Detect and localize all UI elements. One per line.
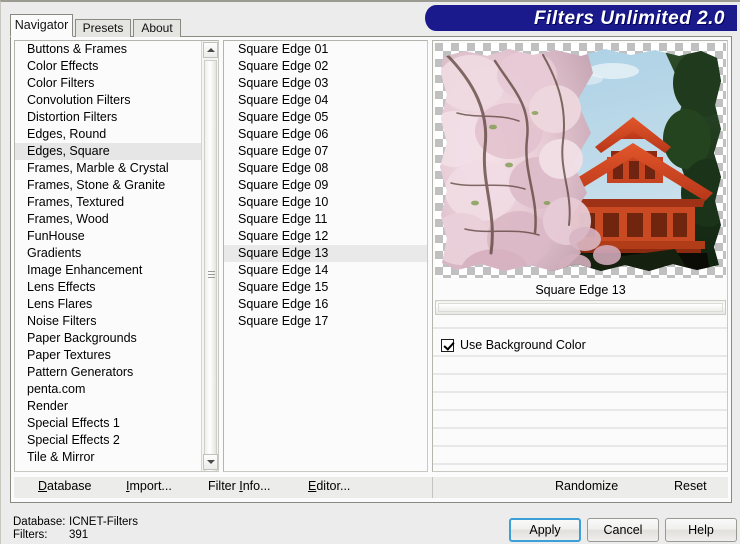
category-item[interactable]: Tile & Mirror (15, 449, 201, 466)
category-item[interactable]: Lens Flares (15, 296, 201, 313)
category-list-panel: Buttons & FramesColor EffectsColor Filte… (14, 40, 219, 472)
editor-button[interactable]: Editor... (308, 479, 350, 493)
tab-strip: Navigator Presets About (10, 15, 732, 37)
status-filters-label: Filters: (13, 529, 69, 542)
filter-item[interactable]: Square Edge 16 (224, 296, 427, 313)
chevron-down-icon (207, 460, 215, 464)
category-list[interactable]: Buttons & FramesColor EffectsColor Filte… (15, 41, 201, 471)
category-item[interactable]: FunHouse (15, 228, 201, 245)
category-item[interactable]: Frames, Marble & Crystal (15, 160, 201, 177)
filter-item[interactable]: Square Edge 10 (224, 194, 427, 211)
filter-item[interactable]: Square Edge 14 (224, 262, 427, 279)
preview-panel: Square Edge 13 Use Background Color (432, 40, 728, 472)
category-item[interactable]: Convolution Filters (15, 92, 201, 109)
scrollbar-thumb[interactable] (204, 60, 217, 472)
chevron-up-icon (207, 48, 215, 52)
filters-unlimited-window: Filters Unlimited 2.0 Navigator Presets … (0, 0, 740, 544)
filter-item[interactable]: Square Edge 04 (224, 92, 427, 109)
category-item[interactable]: Color Effects (15, 58, 201, 75)
scroll-up-button[interactable] (203, 42, 218, 58)
filter-info-button[interactable]: Filter Info... (208, 479, 271, 493)
database-button-rest: atabase (47, 479, 91, 493)
category-item[interactable]: Frames, Textured (15, 194, 201, 211)
param-divider (433, 463, 727, 465)
param-divider (433, 327, 727, 329)
database-button[interactable]: Database (38, 479, 92, 493)
filter-item[interactable]: Square Edge 07 (224, 143, 427, 160)
preview-image[interactable] (435, 43, 726, 278)
status-filters-value: 391 (69, 529, 88, 542)
status-filters-row: Filters: 391 (13, 529, 138, 542)
category-item[interactable]: Lens Effects (15, 279, 201, 296)
filter-item[interactable]: Square Edge 01 (224, 41, 427, 58)
category-item[interactable]: Render (15, 398, 201, 415)
category-item[interactable]: Edges, Square (15, 143, 201, 160)
filter-item[interactable]: Square Edge 03 (224, 75, 427, 92)
import-button-rest: mport... (129, 479, 171, 493)
filter-item[interactable]: Square Edge 17 (224, 313, 427, 330)
category-item[interactable]: Pattern Generators (15, 364, 201, 381)
action-toolbar: Database Import... Filter Info... Editor… (14, 477, 728, 498)
status-database-row: Database: ICNET-Filters (13, 516, 138, 529)
category-item[interactable]: Special Effects 1 (15, 415, 201, 432)
randomize-button[interactable]: Randomize (555, 479, 618, 493)
param-divider (433, 373, 727, 375)
filter-item[interactable]: Square Edge 13 (224, 245, 427, 262)
category-item[interactable]: Frames, Wood (15, 211, 201, 228)
category-item[interactable]: Paper Backgrounds (15, 330, 201, 347)
category-item[interactable]: Paper Textures (15, 347, 201, 364)
status-database-value: ICNET-Filters (69, 516, 138, 529)
filter-list[interactable]: Square Edge 01Square Edge 02Square Edge … (224, 41, 427, 330)
filter-item[interactable]: Square Edge 12 (224, 228, 427, 245)
use-background-color-label: Use Background Color (460, 338, 586, 352)
param-divider (433, 355, 727, 357)
filter-item[interactable]: Square Edge 09 (224, 177, 427, 194)
preview-horizontal-slider[interactable] (435, 300, 726, 315)
param-divider (433, 427, 727, 429)
filter-item[interactable]: Square Edge 02 (224, 58, 427, 75)
filter-item[interactable]: Square Edge 06 (224, 126, 427, 143)
use-background-color-row[interactable]: Use Background Color (441, 337, 586, 353)
category-item[interactable]: Image Enhancement (15, 262, 201, 279)
help-button[interactable]: Help (665, 518, 737, 542)
import-button[interactable]: Import... (126, 479, 172, 493)
preview-filter-title: Square Edge 13 (435, 281, 726, 299)
filter-item[interactable]: Square Edge 08 (224, 160, 427, 177)
use-background-color-checkbox[interactable] (441, 339, 454, 352)
filter-list-panel: Square Edge 01Square Edge 02Square Edge … (223, 40, 428, 472)
category-item[interactable]: Distortion Filters (15, 109, 201, 126)
filter-item[interactable]: Square Edge 05 (224, 109, 427, 126)
param-divider (433, 391, 727, 393)
category-item[interactable]: Special Effects 2 (15, 432, 201, 449)
param-divider (433, 409, 727, 411)
cancel-button[interactable]: Cancel (587, 518, 659, 542)
preview-image-content (435, 43, 726, 278)
toolbar-separator (432, 477, 433, 498)
category-item[interactable]: penta.com (15, 381, 201, 398)
apply-button[interactable]: Apply (509, 518, 581, 542)
editor-button-rest: ditor... (316, 479, 350, 493)
filter-item[interactable]: Square Edge 15 (224, 279, 427, 296)
category-item[interactable]: Color Filters (15, 75, 201, 92)
status-info: Database: ICNET-Filters Filters: 391 (13, 516, 138, 542)
status-database-label: Database: (13, 516, 69, 529)
filter-info-pre: Filter (208, 479, 239, 493)
category-item[interactable]: Edges, Round (15, 126, 201, 143)
tab-about[interactable]: About (133, 19, 181, 37)
filter-item[interactable]: Square Edge 11 (224, 211, 427, 228)
category-item[interactable]: Gradients (15, 245, 201, 262)
scrollbar-grip-icon (208, 271, 215, 278)
navigator-panel: Buttons & FramesColor EffectsColor Filte… (10, 37, 732, 503)
tab-presets[interactable]: Presets (75, 19, 131, 37)
category-item[interactable]: Frames, Stone & Granite (15, 177, 201, 194)
reset-button[interactable]: Reset (674, 479, 707, 493)
category-item[interactable]: Noise Filters (15, 313, 201, 330)
param-divider (433, 445, 727, 447)
tab-navigator[interactable]: Navigator (10, 14, 73, 37)
category-scrollbar[interactable] (201, 41, 218, 471)
scroll-down-button[interactable] (203, 454, 218, 470)
filter-info-rest: nfo... (243, 479, 271, 493)
category-item[interactable]: Buttons & Frames (15, 41, 201, 58)
